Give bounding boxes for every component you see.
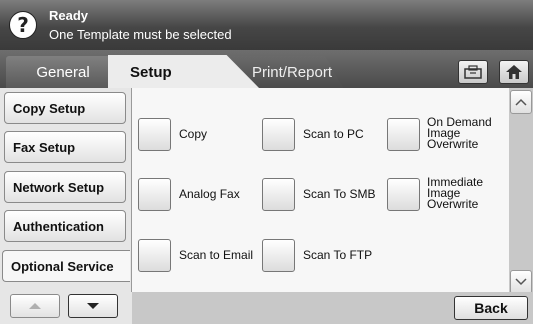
option-checkbox-scan-to-smb[interactable] xyxy=(262,178,295,211)
sidebar-item-authentication[interactable]: Authentication xyxy=(4,210,126,242)
scroll-down-button[interactable] xyxy=(510,270,532,294)
option-checkbox-scan-to-ftp[interactable] xyxy=(262,239,295,272)
job-status-icon xyxy=(464,65,482,79)
option-checkbox-scan-to-email[interactable] xyxy=(138,239,171,272)
job-status-button[interactable] xyxy=(458,60,488,84)
option-checkbox-immediate-image-overwrite[interactable] xyxy=(387,178,420,211)
option-label-analog-fax: Analog Fax xyxy=(179,187,240,201)
option-label-on-demand-image-overwrite: On Demand Image Overwrite xyxy=(427,115,492,151)
option-label-copy: Copy xyxy=(179,127,208,141)
arrow-down-icon xyxy=(87,303,99,309)
help-question-icon[interactable]: ? xyxy=(9,11,37,39)
sidebar-item-copy-setup[interactable]: Copy Setup xyxy=(4,92,126,124)
option-checkbox-on-demand-image-overwrite[interactable] xyxy=(387,118,420,151)
sidebar-down-button[interactable] xyxy=(68,294,118,318)
tab-general[interactable]: General xyxy=(6,56,120,88)
status-message: One Template must be selected xyxy=(49,27,232,42)
arrow-up-icon xyxy=(29,303,41,309)
sidebar-item-network-setup[interactable]: Network Setup xyxy=(4,171,126,203)
option-checkbox-copy[interactable] xyxy=(138,118,171,151)
home-icon xyxy=(506,65,522,79)
status-title: Ready xyxy=(49,8,89,23)
chevron-down-icon xyxy=(515,278,527,286)
sidebar-item-optional-service[interactable]: Optional Service xyxy=(2,250,130,282)
chevron-up-icon xyxy=(515,98,527,106)
sidebar-item-fax-setup[interactable]: Fax Setup xyxy=(4,131,126,163)
back-button[interactable]: Back xyxy=(454,296,528,320)
option-checkbox-analog-fax[interactable] xyxy=(138,178,171,211)
option-label-scan-to-ftp: Scan To FTP xyxy=(303,248,373,262)
status-bar: ? Ready One Template must be selected xyxy=(0,0,533,50)
option-label-scan-to-email: Scan to Email xyxy=(179,248,254,262)
home-button[interactable] xyxy=(499,60,529,84)
scrollbar-track[interactable] xyxy=(509,88,533,292)
sidebar-up-button[interactable] xyxy=(10,294,60,318)
scroll-up-button[interactable] xyxy=(510,90,532,114)
option-label-scan-to-smb: Scan To SMB xyxy=(303,187,376,201)
printer-setup-screen: ? Ready One Template must be selected Ge… xyxy=(0,0,533,324)
option-label-immediate-image-overwrite: Immediate Image Overwrite xyxy=(427,175,484,211)
option-label-scan-to-pc: Scan to PC xyxy=(303,127,364,141)
option-checkbox-scan-to-pc[interactable] xyxy=(262,118,295,151)
